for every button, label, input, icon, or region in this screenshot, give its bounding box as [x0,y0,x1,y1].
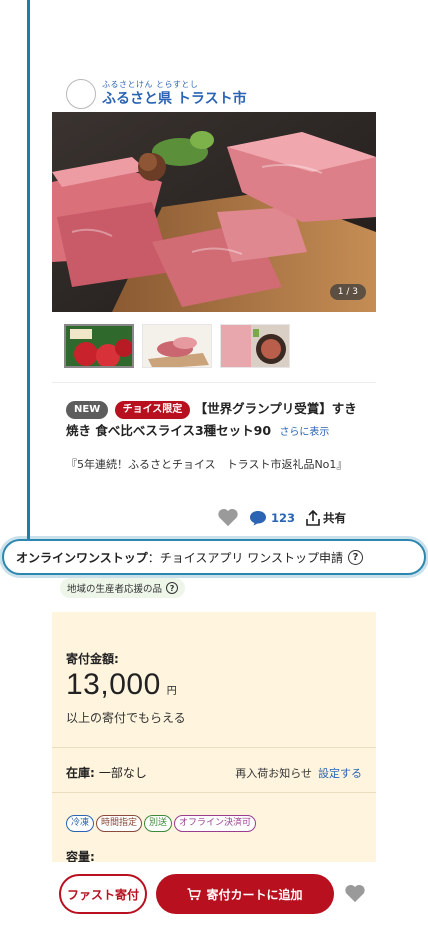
restock-notice: 再入荷お知らせ 設定する [235,765,362,781]
onestop-label: オンラインワンストップ [16,550,148,565]
local-producer-label: 地域の生産者応援の品 [67,584,163,595]
bottom-favorite-button[interactable] [344,884,366,907]
image-counter: 1 / 3 [329,284,366,300]
divider [52,747,376,748]
thumbnail-1[interactable] [64,324,134,368]
capacity-label: 容量: [66,850,95,862]
tag-time-slot: 時間指定 [96,815,143,832]
thumbnail-2[interactable] [142,324,212,368]
donation-amount-value: 13,000 [66,668,161,701]
municipality-emblem [66,79,96,109]
comment-count: 123 [271,510,296,525]
add-to-cart-button[interactable]: 寄付カートに追加 [156,874,334,914]
tag-separate-shipping: 別送 [144,815,173,832]
product-description: 『5年連続！ふるさとチョイス トラスト市返礼品No1』 [66,458,348,471]
stock-status: 在庫: 一部なし [66,764,147,781]
timeline-rule [27,0,30,540]
donation-label: 寄付金額: [66,652,119,666]
stock-label: 在庫: [66,766,95,780]
donation-panel: 寄付金額: 13,000 円 以上の寄付でもらえる 在庫: 一部なし 再入荷お知らせ… [52,612,376,862]
heart-icon [218,508,238,527]
cart-icon [187,887,202,900]
shipping-tags: 冷凍 時間指定 別送 オフライン決済可 [66,815,257,832]
share-label: 共有 [323,510,347,525]
online-onestop-row[interactable]: オンラインワンストップ ：チョイスアプリ ワンストップ申請 ? [2,539,426,575]
restock-label: 再入荷お知らせ [235,767,312,780]
product-actions: 123 共有 [217,508,346,527]
show-more-link[interactable]: さらに表示 [279,427,329,438]
fast-donate-button[interactable]: ファスト寄付 [59,874,147,914]
add-to-cart-label: 寄付カートに追加 [206,887,303,902]
choice-exclusive-badge: チョイス限定 [114,401,191,419]
share-button[interactable]: 共有 [305,509,347,526]
thumbnail-3[interactable] [220,324,290,368]
restock-setup-link[interactable]: 設定する [318,767,362,780]
donation-unit: 円 [166,686,178,697]
product-hero-image[interactable]: 1 / 3 [52,112,376,312]
municipality-header[interactable]: ふるさとけん とらすとし ふるさと県 トラスト市 [66,79,247,109]
bottom-action-bar: ファスト寄付 寄付カートに追加 [0,862,428,928]
thumbnail-strip [64,324,290,368]
heart-icon [345,884,365,903]
donation-note: 以上の寄付でもらえる [66,711,186,725]
share-icon [306,509,320,526]
stock-value: 一部なし [98,766,147,780]
tag-frozen: 冷凍 [66,815,95,832]
help-icon[interactable]: ? [166,582,179,594]
divider [52,382,376,383]
new-badge: NEW [66,401,109,419]
help-icon[interactable]: ? [347,549,363,565]
local-producer-tag[interactable]: 地域の生産者応援の品 ? [60,578,186,598]
municipality-name[interactable]: ふるさと県 トラスト市 [102,90,247,108]
municipality-ruby: ふるさとけん とらすとし [102,80,199,89]
product-title: NEW チョイス限定 【世界グランプリ受賞】すき焼き 食べ比べスライス3種セット… [66,398,366,444]
comment-bubble-icon [250,510,266,525]
donation-amount: 13,000 円 [66,668,177,702]
onestop-value: ：チョイスアプリ ワンストップ申請 [147,550,343,565]
wagyu-steak-photo [52,112,376,312]
comments-button[interactable]: 123 [249,510,295,526]
divider [52,792,376,793]
tag-offline-payment: オフライン決済可 [174,815,257,832]
favorite-button[interactable] [217,508,239,527]
